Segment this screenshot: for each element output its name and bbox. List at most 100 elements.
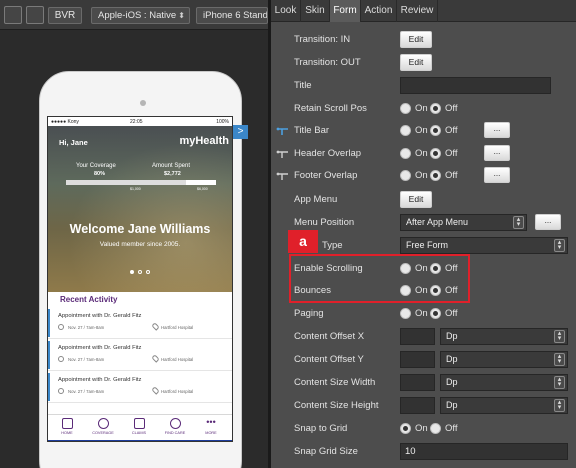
device-select[interactable]: iPhone 6 Standard [196, 7, 268, 24]
tab-find-care[interactable]: FIND CARE [157, 417, 193, 441]
activity-title: Appointment with Dr. Gerald Fitz [58, 313, 142, 319]
app-menu-edit-button[interactable]: Edit [400, 191, 432, 208]
greeting: Hi, Jane [59, 138, 88, 147]
tab-skin[interactable]: Skin [301, 0, 330, 22]
platform-select[interactable]: Apple-iOS : Native ⬍ [91, 7, 190, 24]
on-label: On [415, 148, 428, 159]
snap-to-grid-off-radio[interactable] [430, 423, 441, 434]
location-pin-icon [151, 386, 160, 395]
off-label: Off [445, 308, 458, 319]
content-offset-x-unit-select[interactable]: Dp ▴ ▾ [440, 328, 568, 345]
welcome-heading: Welcome Jane Williams [69, 222, 211, 236]
row-content-size-width: Content Size Width Dp ▴ ▾ [271, 372, 576, 395]
tab-label: CLAIMS [131, 431, 147, 435]
brand-logo: myHealth [179, 135, 229, 147]
activity-item[interactable]: Appointment with Dr. Gerald Fitz Nov. 27… [48, 309, 232, 339]
content-size-width-unit-select[interactable]: Dp ▴ ▾ [440, 374, 568, 391]
chevron-updown-icon: ▴ ▾ [554, 353, 565, 366]
header-overlap-more-button[interactable]: ... [484, 145, 510, 161]
title-input[interactable] [400, 77, 551, 94]
device-select-value: iPhone 6 Standard [203, 10, 268, 21]
battery-label: 100% [216, 119, 229, 125]
off-label: Off [445, 125, 458, 136]
camera-icon [140, 100, 146, 106]
title-bar-more-button[interactable]: ... [484, 122, 510, 138]
row-content-offset-y: Content Offset Y Dp ▴ ▾ [271, 349, 576, 372]
tab-coverage[interactable]: COVERAGE [85, 417, 121, 441]
activity-time: Nov. 27 / 7am-8am [68, 325, 105, 330]
title-bar-off-radio[interactable] [430, 125, 441, 136]
activity-item[interactable]: Appointment with Dr. Gerald Fitz Nov. 27… [48, 341, 232, 371]
row-retain-scroll: Retain Scroll Pos On Off [271, 98, 576, 121]
menu-position-select[interactable]: After App Menu ▴ ▾ [400, 214, 527, 231]
footer-overlap-off-radio[interactable] [430, 170, 441, 181]
header-overlap-on-radio[interactable] [400, 148, 411, 159]
tab-look[interactable]: Look [271, 0, 301, 22]
transition-in-edit-button[interactable]: Edit [400, 31, 432, 48]
platform-select-value: Apple-iOS : Native [98, 10, 177, 21]
type-select[interactable]: Free Form ▴ ▾ [400, 237, 568, 254]
menu-position-value: After App Menu [406, 217, 469, 227]
on-label: On [415, 103, 428, 114]
amount-label: Amount Spent [152, 163, 191, 169]
tab-action[interactable]: Action [361, 0, 397, 22]
retain-scroll-off-radio[interactable] [430, 103, 441, 114]
content-offset-y-input[interactable] [400, 351, 435, 368]
clock-label: 22:05 [130, 119, 143, 125]
menu-position-more-button[interactable]: ... [535, 214, 561, 230]
snap-grid-size-input[interactable]: 10 [400, 443, 568, 460]
member-since: Valued member since 2005. [99, 241, 181, 248]
transition-out-edit-button[interactable]: Edit [400, 54, 432, 71]
unit-value: Dp [446, 331, 458, 341]
on-label: On [415, 308, 428, 319]
chevron-updown-icon: ▴ ▾ [554, 399, 565, 412]
carousel-dot[interactable] [146, 270, 150, 274]
transition-in-label: Transition: IN [294, 34, 351, 45]
clock-icon [58, 356, 64, 362]
status-bar: ●●●●● Kony 22:05 100% [48, 117, 232, 126]
carousel-dot[interactable] [138, 270, 142, 274]
carousel-dots[interactable] [130, 270, 154, 276]
activity-accent [48, 309, 50, 337]
content-size-height-input[interactable] [400, 397, 435, 414]
content-size-width-input[interactable] [400, 374, 435, 391]
footer-overlap-on-radio[interactable] [400, 170, 411, 181]
row-snap-to-grid: Snap to Grid On Off [271, 418, 576, 441]
chevron-updown-icon: ▴ ▾ [554, 239, 565, 252]
snap-to-grid-on-radio[interactable] [400, 423, 411, 434]
carousel-dot-active[interactable] [130, 270, 134, 274]
more-icon: ••• [206, 417, 216, 427]
bvr-button[interactable]: BVR [48, 7, 82, 24]
tab-form[interactable]: Form [330, 0, 361, 22]
document-icon [133, 418, 145, 429]
activity-accent [48, 373, 50, 401]
callout-highlight [289, 254, 470, 303]
tab-claims[interactable]: CLAIMS [121, 417, 157, 441]
device-view-icon[interactable] [4, 6, 22, 24]
tab-home[interactable]: HOME [49, 417, 85, 441]
title-bar-icon [276, 127, 288, 135]
paging-on-radio[interactable] [400, 308, 411, 319]
row-content-offset-x: Content Offset X Dp ▴ ▾ [271, 326, 576, 349]
tab-review[interactable]: Review [397, 0, 438, 22]
tab-more[interactable]: ••• MORE [193, 417, 229, 441]
activity-item[interactable]: Appointment with Dr. Gerald Fitz Nov. 27… [48, 373, 232, 403]
content-offset-x-input[interactable] [400, 328, 435, 345]
content-offset-y-unit-select[interactable]: Dp ▴ ▾ [440, 351, 568, 368]
retain-scroll-on-radio[interactable] [400, 103, 411, 114]
row-title: Title [271, 75, 576, 98]
title-bar-on-radio[interactable] [400, 125, 411, 136]
footer-overlap-more-button[interactable]: ... [484, 167, 510, 183]
coverage-value: 80% [94, 171, 106, 177]
unit-value: Dp [446, 400, 458, 410]
tablet-view-icon[interactable] [26, 6, 44, 24]
content-offset-y-label: Content Offset Y [294, 354, 364, 365]
title-bar-label: Title Bar [294, 125, 330, 136]
content-size-height-unit-select[interactable]: Dp ▴ ▾ [440, 397, 568, 414]
row-app-menu: App Menu Edit [271, 189, 576, 212]
header-overlap-off-radio[interactable] [430, 148, 441, 159]
paging-off-radio[interactable] [430, 308, 441, 319]
off-label: Off [445, 423, 458, 434]
panel-toggle-button[interactable]: > [233, 125, 248, 139]
transition-out-label: Transition: OUT [294, 57, 361, 68]
